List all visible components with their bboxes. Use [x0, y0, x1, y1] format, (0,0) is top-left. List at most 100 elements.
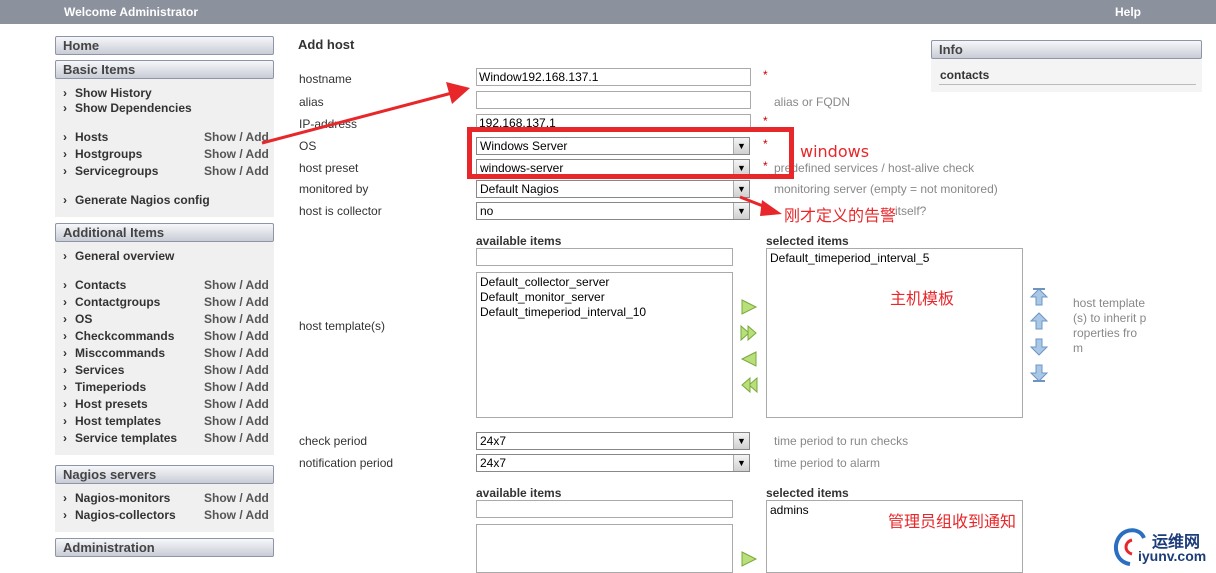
show-add-link[interactable]: Show / Add [204, 146, 269, 163]
add-arrow-icon[interactable] [739, 297, 759, 317]
move-top-icon[interactable] [1029, 287, 1049, 307]
host-templates-label: host template(s) [299, 319, 386, 333]
sidebar-item-host-templates[interactable]: › Host templates Show / Add [55, 413, 274, 430]
host-preset-label: host preset [299, 161, 359, 175]
selected-templates-list[interactable]: Default_timeperiod_interval_5 [766, 248, 1023, 418]
template-filter-input[interactable] [476, 248, 733, 266]
show-add-link[interactable]: Show / Add [204, 362, 269, 379]
sidebar-item-timeperiods[interactable]: › Timeperiods Show / Add [55, 379, 274, 396]
show-add-link[interactable]: Show / Add [204, 129, 269, 146]
available-contacts-list[interactable] [476, 524, 733, 573]
move-bottom-icon[interactable] [1029, 363, 1049, 383]
contact-filter-input[interactable] [476, 500, 733, 518]
show-add-link[interactable]: Show / Add [204, 413, 269, 430]
list-item[interactable]: Default_monitor_server [480, 290, 729, 305]
sidebar-item-checkcommands[interactable]: › Checkcommands Show / Add [55, 328, 274, 345]
show-add-link[interactable]: Show / Add [204, 328, 269, 345]
sidebar-item-os[interactable]: › OS Show / Add [55, 311, 274, 328]
nagios-servers-header[interactable]: Nagios servers [55, 465, 274, 484]
highlight-box [467, 127, 794, 179]
add-arrow-icon[interactable] [739, 549, 759, 569]
basic-items-header[interactable]: Basic Items [55, 60, 274, 79]
monitored-by-select[interactable]: Default Nagios ▼ [476, 180, 750, 198]
show-add-link[interactable]: Show / Add [204, 490, 269, 507]
monitored-by-label: monitored by [299, 182, 369, 196]
home-link[interactable]: Home [55, 36, 274, 55]
list-item[interactable]: Default_collector_server [480, 275, 729, 290]
required-marker: * [763, 68, 768, 82]
add-all-arrow-icon[interactable] [739, 323, 759, 343]
page-title: Add host [298, 37, 355, 52]
nagios-servers-block: › Nagios-monitors Show / Add › Nagios-colle… [55, 484, 274, 532]
administration-header[interactable]: Administration [55, 538, 274, 557]
dropdown-arrow-icon[interactable]: ▼ [733, 433, 749, 449]
collector-hint: itself? [895, 204, 927, 218]
remove-arrow-icon[interactable] [739, 349, 759, 369]
additional-items-header[interactable]: Additional Items [55, 223, 274, 242]
chevron-right-icon: › [63, 363, 67, 377]
remove-all-arrow-icon[interactable] [739, 375, 759, 395]
selected-items-title: selected items [766, 486, 849, 500]
help-link[interactable]: Help [1115, 5, 1141, 19]
show-add-link[interactable]: Show / Add [204, 430, 269, 447]
chevron-right-icon: › [63, 164, 67, 178]
top-bar: Welcome Administrator Help [0, 0, 1216, 24]
show-add-link[interactable]: Show / Add [204, 345, 269, 362]
selected-items-title: selected items [766, 234, 849, 248]
additional-items-block: › General overview › Contacts Show / Add › C… [55, 242, 274, 455]
chevron-right-icon: › [63, 380, 67, 394]
sidebar-item-contacts[interactable]: › Contacts Show / Add [55, 277, 274, 294]
os-label: OS [299, 139, 317, 153]
host-preset-hint: predefined services / host-alive check [774, 161, 975, 175]
sidebar-item-service-templates[interactable]: › Service templates Show / Add [55, 430, 274, 447]
show-add-link[interactable]: Show / Add [204, 396, 269, 413]
show-add-link[interactable]: Show / Add [204, 277, 269, 294]
show-add-link[interactable]: Show / Add [204, 507, 269, 524]
available-items-title: available items [476, 234, 562, 248]
notification-period-hint: time period to alarm [774, 456, 881, 470]
dropdown-arrow-icon[interactable]: ▼ [733, 455, 749, 471]
annotation-alarm: 刚才定义的告警 [784, 206, 897, 225]
welcome-text: Welcome Administrator [64, 5, 199, 19]
available-templates-list[interactable]: Default_collector_server Default_monitor… [476, 272, 733, 418]
sidebar-item-misccommands[interactable]: › Misccommands Show / Add [55, 345, 274, 362]
show-add-link[interactable]: Show / Add [204, 294, 269, 311]
chevron-right-icon: › [63, 329, 67, 343]
alias-label: alias [299, 95, 324, 109]
show-add-link[interactable]: Show / Add [204, 379, 269, 396]
list-item[interactable]: Default_timeperiod_interval_5 [770, 251, 1019, 266]
chevron-right-icon: › [63, 508, 67, 522]
chevron-right-icon: › [63, 295, 67, 309]
list-item[interactable]: Default_timeperiod_interval_10 [480, 305, 729, 320]
show-add-link[interactable]: Show / Add [204, 311, 269, 328]
move-down-icon[interactable] [1029, 337, 1049, 357]
hostname-field[interactable]: Window192.168.137.1 [476, 68, 751, 86]
alias-field[interactable] [476, 91, 751, 109]
chevron-right-icon: › [63, 431, 67, 445]
check-period-label: check period [299, 434, 368, 448]
move-up-icon[interactable] [1029, 311, 1049, 331]
sidebar-item-generate-config[interactable]: › Generate Nagios config [55, 192, 274, 209]
watermark-logo: 运维网 iyunv.com [1110, 524, 1214, 572]
alias-hint: alias or FQDN [774, 95, 851, 109]
sidebar-item-contactgroups[interactable]: › Contactgroups Show / Add [55, 294, 274, 311]
notification-period-value: 24x7 [480, 456, 507, 470]
sidebar-item-hosts[interactable]: › Hosts Show / Add [55, 129, 274, 146]
notification-period-select[interactable]: 24x7 ▼ [476, 454, 750, 472]
sidebar-item-general-overview[interactable]: › General overview [55, 248, 274, 265]
sidebar-item-host-presets[interactable]: › Host presets Show / Add [55, 396, 274, 413]
sidebar-item-show-dependencies[interactable]: › Show Dependencies [55, 100, 274, 117]
sidebar-item-hostgroups[interactable]: › Hostgroups Show / Add [55, 146, 274, 163]
sidebar-item-nagios-monitors[interactable]: › Nagios-monitors Show / Add [55, 490, 274, 507]
dropdown-arrow-icon[interactable]: ▼ [733, 203, 749, 219]
collector-select[interactable]: no ▼ [476, 202, 750, 220]
required-marker: * [763, 114, 768, 128]
sidebar-item-servicegroups[interactable]: › Servicegroups Show / Add [55, 163, 274, 180]
show-add-link[interactable]: Show / Add [204, 163, 269, 180]
dropdown-arrow-icon[interactable]: ▼ [733, 181, 749, 197]
chevron-right-icon: › [63, 278, 67, 292]
check-period-select[interactable]: 24x7 ▼ [476, 432, 750, 450]
sidebar-item-services[interactable]: › Services Show / Add [55, 362, 274, 379]
chevron-right-icon: › [63, 346, 67, 360]
sidebar-item-nagios-collectors[interactable]: › Nagios-collectors Show / Add [55, 507, 274, 524]
